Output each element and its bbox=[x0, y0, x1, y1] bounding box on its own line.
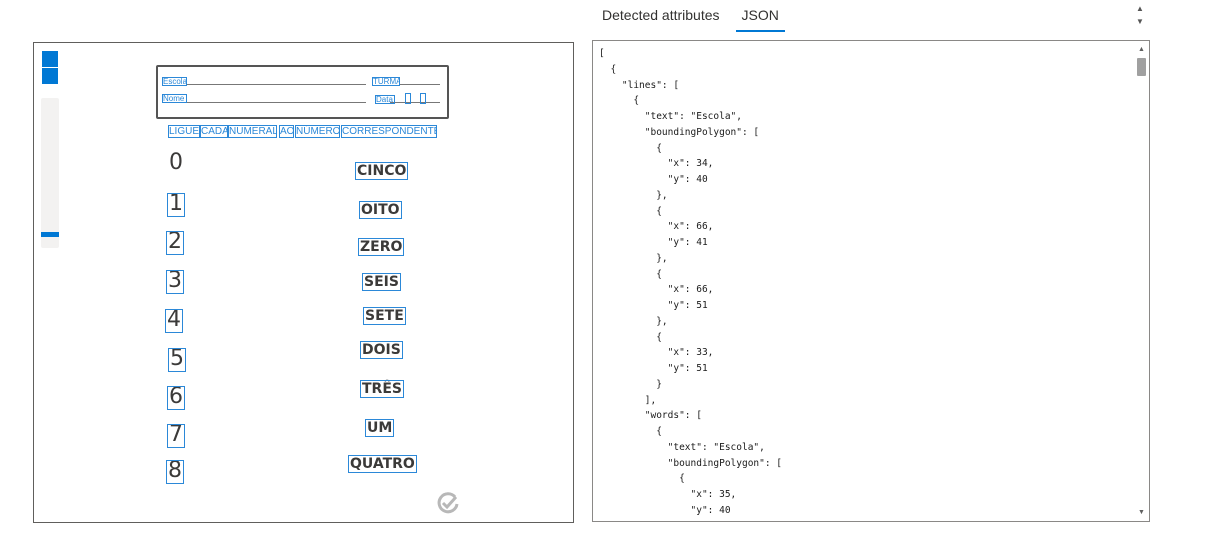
word-zero: ZERO bbox=[358, 238, 405, 256]
word-sete: SETE bbox=[363, 307, 406, 325]
word-oito: OITO bbox=[359, 201, 402, 219]
caret-up-icon[interactable]: ▲ bbox=[1134, 43, 1149, 56]
json-line: { bbox=[599, 95, 640, 107]
tabs-scrollbar[interactable]: ▲ ▼ bbox=[1133, 2, 1147, 30]
caret-up-icon[interactable]: ▲ bbox=[1133, 2, 1147, 15]
date-slash-mark bbox=[405, 93, 411, 104]
date-slash-mark bbox=[420, 93, 426, 104]
json-line: "boundingPolygon": [ bbox=[599, 126, 760, 138]
instruction-word: AO bbox=[279, 125, 294, 138]
word-cinco: CINCO bbox=[355, 162, 409, 180]
json-line: { bbox=[599, 205, 662, 217]
json-line: "text": "Escola", bbox=[599, 441, 765, 453]
escola-line bbox=[186, 84, 366, 85]
digit-six: 6 bbox=[167, 386, 185, 410]
escola-label: Escola bbox=[162, 77, 187, 86]
json-line: { bbox=[599, 142, 662, 154]
json-line: { bbox=[599, 268, 662, 280]
word-tres: TRÊS bbox=[360, 380, 404, 398]
json-scrollbar[interactable]: ▲ ▼ bbox=[1134, 41, 1149, 521]
caret-down-icon[interactable]: ▼ bbox=[1133, 15, 1147, 28]
checkmark-icon bbox=[437, 492, 459, 514]
digit-seven: 7 bbox=[167, 424, 185, 448]
json-line: "x": 34, bbox=[599, 158, 714, 170]
json-line: "words": [ bbox=[599, 410, 702, 422]
digit-two: 2 bbox=[166, 231, 184, 255]
instruction-word: LIGUE bbox=[168, 125, 200, 138]
tab-detected-attributes[interactable]: Detected attributes bbox=[596, 0, 726, 32]
digit-four: 4 bbox=[165, 309, 183, 333]
word-dois: DOIS bbox=[360, 341, 403, 359]
data-line bbox=[390, 102, 440, 103]
nome-line bbox=[186, 102, 366, 103]
json-line: "boundingPolygon": [ bbox=[599, 457, 783, 469]
json-scrollbar-thumb[interactable] bbox=[1137, 58, 1146, 76]
json-line: "text": "Escola", bbox=[599, 111, 742, 122]
tab-json[interactable]: JSON bbox=[735, 0, 785, 32]
json-line: { bbox=[599, 426, 662, 437]
instruction-word: NÚMERO bbox=[295, 125, 340, 138]
caret-down-icon[interactable]: ▼ bbox=[1134, 506, 1149, 519]
instruction-word: CADA bbox=[200, 125, 228, 138]
json-output-panel[interactable]: [ { "lines": [ { "text": "Escola", "boun… bbox=[592, 40, 1150, 522]
json-line: }, bbox=[599, 315, 668, 327]
digit-three: 3 bbox=[166, 270, 184, 294]
json-line: "x": 66, bbox=[599, 221, 714, 233]
json-line: { bbox=[599, 331, 662, 343]
instruction-word: CORRESPONDENTE bbox=[341, 125, 437, 138]
nome-label: Nome bbox=[162, 94, 187, 103]
digit-one: 1 bbox=[167, 193, 185, 217]
turma-line bbox=[400, 84, 440, 85]
result-tabs: Detected attributes JSON bbox=[596, 0, 795, 36]
instruction-word: NUMERAL bbox=[228, 125, 277, 138]
json-line: "y": 51 bbox=[599, 300, 708, 311]
word-um: UM bbox=[365, 419, 395, 437]
image-preview-panel: Escola TURMA Nome Data LIGUE CADA NUMERA… bbox=[33, 42, 574, 523]
json-line: { bbox=[599, 473, 685, 485]
json-line: "lines": [ bbox=[599, 79, 680, 91]
word-seis: SEIS bbox=[362, 273, 401, 291]
zoom-slider-thumb[interactable] bbox=[41, 232, 59, 237]
json-line: }, bbox=[599, 189, 668, 201]
json-line: "y": 40 bbox=[599, 504, 731, 516]
form-header-box: Escola TURMA Nome Data bbox=[156, 65, 449, 119]
json-line: ], bbox=[599, 394, 657, 406]
json-line: "x": 35, bbox=[599, 489, 737, 500]
zoom-out-icon[interactable] bbox=[42, 68, 58, 84]
json-line: } bbox=[599, 378, 662, 390]
zoom-in-icon[interactable] bbox=[42, 51, 58, 67]
digit-text: 0 bbox=[169, 150, 183, 175]
json-line: }, bbox=[599, 252, 668, 264]
json-line: "x": 33, bbox=[599, 347, 714, 359]
json-line: "y": 51 bbox=[599, 363, 708, 374]
digit-eight: 8 bbox=[166, 460, 184, 484]
digit-zero: 0 bbox=[169, 152, 183, 174]
word-quatro: QUATRO bbox=[348, 455, 417, 473]
turma-label: TURMA bbox=[372, 77, 400, 86]
json-line: "y": 40 bbox=[599, 174, 708, 185]
json-line: [ bbox=[599, 48, 605, 59]
zoom-slider[interactable] bbox=[41, 98, 59, 248]
digit-five: 5 bbox=[168, 348, 186, 372]
json-code-block: [ { "lines": [ { "text": "Escola", "boun… bbox=[599, 46, 782, 519]
data-label: Data bbox=[375, 95, 395, 104]
json-line: "y": 41 bbox=[599, 237, 708, 248]
json-line: "x": 66, bbox=[599, 284, 714, 296]
json-line: { bbox=[599, 63, 617, 75]
